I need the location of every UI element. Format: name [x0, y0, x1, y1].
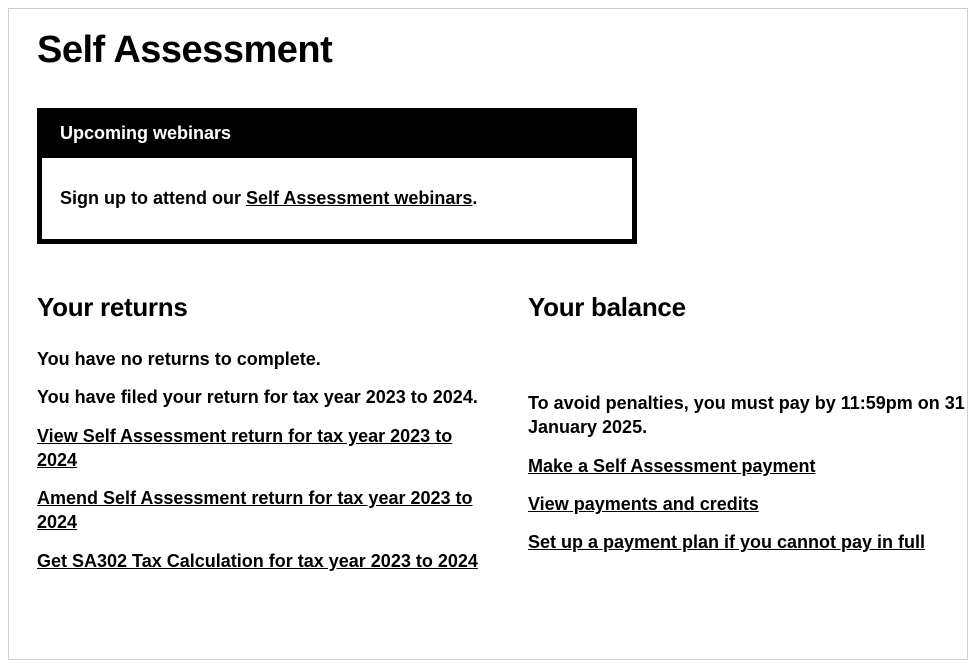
- page-title: Self Assessment: [37, 29, 939, 72]
- get-sa302-link[interactable]: Get SA302 Tax Calculation for tax year 2…: [37, 551, 478, 571]
- balance-heading: Your balance: [528, 292, 976, 323]
- returns-column: Your returns You have no returns to comp…: [37, 292, 488, 587]
- view-payments-credits-link[interactable]: View payments and credits: [528, 494, 759, 514]
- amend-return-link[interactable]: Amend Self Assessment return for tax yea…: [37, 488, 473, 532]
- balance-column: Your balance To avoid penalties, you mus…: [528, 292, 976, 587]
- returns-filed-notice: You have filed your return for tax year …: [37, 385, 488, 409]
- returns-no-returns-text: You have no returns to complete.: [37, 347, 488, 371]
- setup-payment-plan-link[interactable]: Set up a payment plan if you cannot pay …: [528, 532, 925, 552]
- main-columns: Your returns You have no returns to comp…: [37, 292, 939, 587]
- balance-notice: To avoid penalties, you must pay by 11:5…: [528, 391, 976, 440]
- upcoming-webinars-body: Sign up to attend our Self Assessment we…: [42, 158, 632, 239]
- webinar-body-prefix: Sign up to attend our: [60, 188, 246, 208]
- upcoming-webinars-header: Upcoming webinars: [42, 113, 632, 158]
- view-return-link[interactable]: View Self Assessment return for tax year…: [37, 426, 452, 470]
- page-container: Self Assessment Upcoming webinars Sign u…: [8, 8, 968, 660]
- returns-heading: Your returns: [37, 292, 488, 323]
- make-payment-link[interactable]: Make a Self Assessment payment: [528, 456, 815, 476]
- self-assessment-webinars-link[interactable]: Self Assessment webinars: [246, 188, 472, 208]
- upcoming-webinars-panel: Upcoming webinars Sign up to attend our …: [37, 108, 637, 244]
- webinar-body-suffix: .: [472, 188, 477, 208]
- balance-spacer: [528, 347, 976, 391]
